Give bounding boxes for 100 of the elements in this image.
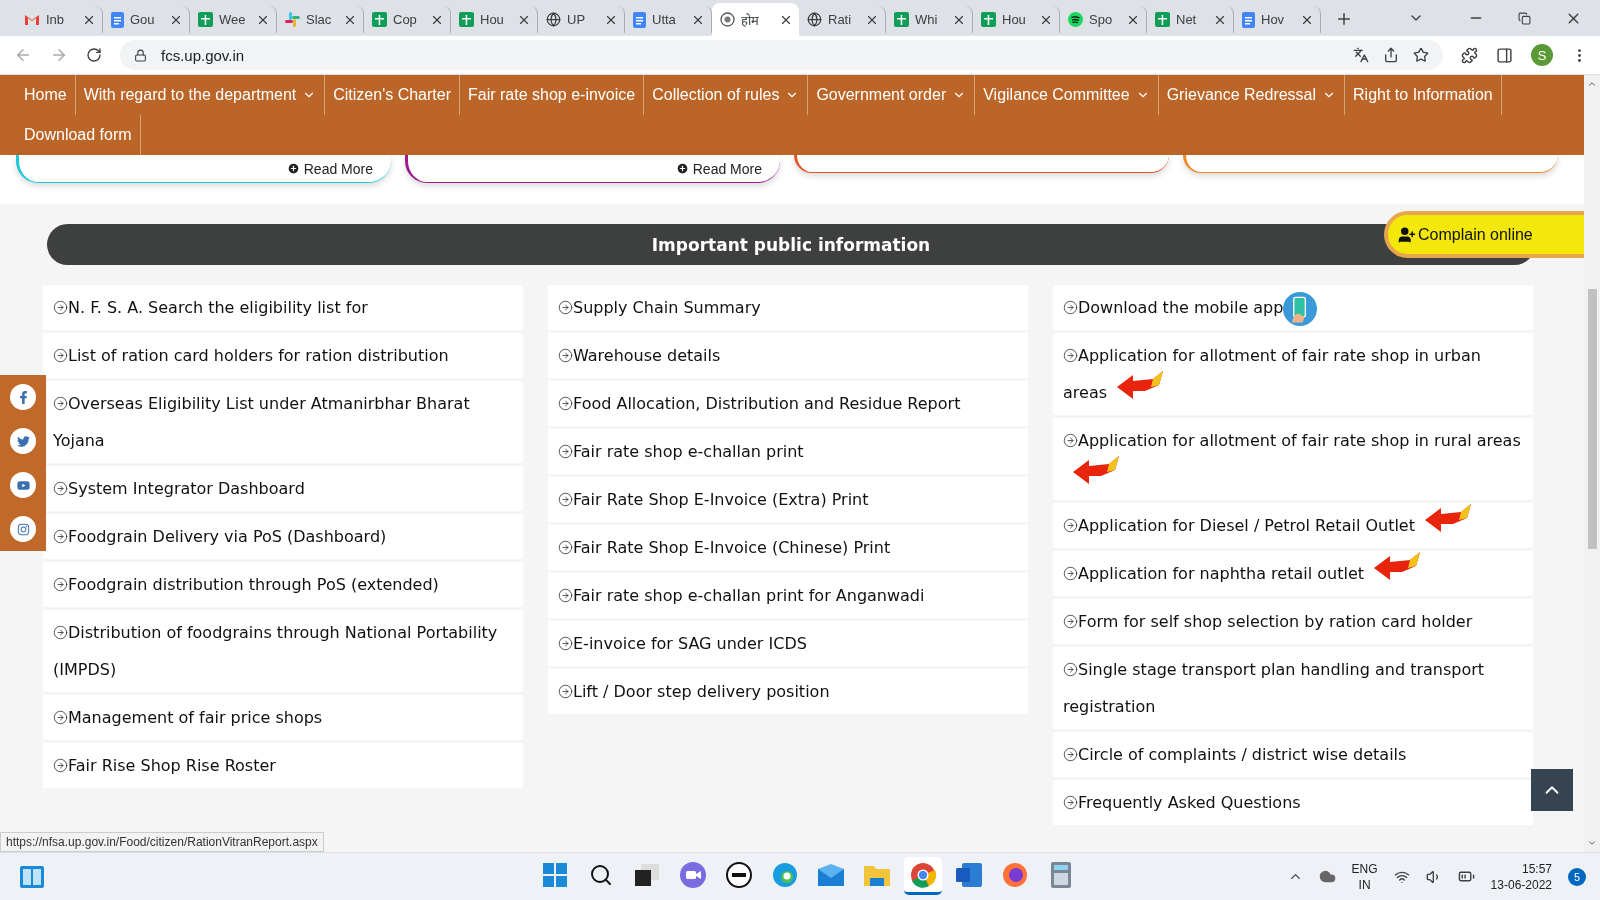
twitter-icon[interactable] — [10, 428, 36, 454]
browser-tab[interactable]: Hov — [1234, 6, 1321, 33]
browser-tab[interactable]: Hou — [973, 6, 1060, 33]
info-link[interactable]: E-invoice for SAG under ICDS — [548, 621, 1028, 666]
spreadsheet-icon — [459, 12, 474, 27]
back-to-top-button[interactable] — [1531, 769, 1573, 811]
info-link[interactable]: Warehouse details — [548, 333, 1028, 378]
scrollbar[interactable] — [1584, 75, 1600, 852]
circle-logo-icon — [726, 861, 752, 888]
pointing-arrow-icon — [1423, 502, 1473, 534]
complain-button[interactable]: Complain online — [1384, 211, 1584, 258]
info-link[interactable]: Lift / Door step delivery position — [548, 669, 1028, 714]
browser-tab[interactable]: Inb — [16, 6, 103, 33]
nav-item[interactable]: Citizen's Charter — [325, 75, 460, 115]
reload-icon[interactable] — [86, 47, 102, 63]
nav-item[interactable]: Fair rate shop e-invoice — [460, 75, 645, 115]
nav-item[interactable]: Right to Information — [1345, 75, 1502, 115]
side-panel-icon[interactable] — [1496, 46, 1513, 64]
info-link[interactable]: Single stage transport plan handling and transport registration — [1053, 647, 1533, 729]
info-link[interactable]: System Integrator Dashboard — [43, 466, 523, 511]
new-tab-icon[interactable] — [1335, 10, 1353, 28]
browser-swirl-icon — [772, 861, 798, 888]
info-link[interactable]: Frequently Asked Questions — [1053, 780, 1533, 825]
info-link[interactable]: Supply Chain Summary — [548, 285, 1028, 330]
star-icon[interactable] — [1413, 47, 1429, 63]
browser-tab[interactable]: Utta — [625, 6, 712, 33]
search-icon — [589, 862, 613, 887]
facebook-icon[interactable] — [10, 384, 36, 410]
info-link[interactable]: Fair rate shop e-challan print for Anganwadi — [548, 573, 1028, 618]
browser-tab[interactable]: Spo — [1060, 6, 1147, 33]
hash-grid-icon — [285, 12, 300, 27]
youtube-icon[interactable] — [10, 472, 36, 498]
info-link[interactable]: Distribution of foodgrains through National Portability (IMPDS) — [43, 610, 523, 692]
info-link[interactable]: Download the mobile app — [1053, 285, 1533, 330]
info-link[interactable]: Foodgrain distribution through PoS (extended) — [43, 562, 523, 607]
translate-icon[interactable] — [1353, 47, 1369, 63]
arrow-circle-icon — [53, 396, 68, 411]
browser-tab[interactable]: Whi — [886, 6, 973, 33]
info-link[interactable]: Application for Diesel / Petrol Retail Outlet — [1053, 503, 1533, 548]
scroll-up-icon[interactable] — [1587, 79, 1597, 89]
arrow-circle-icon — [1063, 348, 1078, 363]
spreadsheet-icon — [894, 12, 909, 27]
browser-tab[interactable]: होम — [712, 3, 799, 36]
browser-tab[interactable]: UP — [538, 6, 625, 33]
arrow-circle-icon — [1063, 300, 1078, 315]
language-indicator[interactable]: ENG IN — [1351, 860, 1378, 893]
address-field[interactable]: fcs.up.gov.in — [120, 40, 1443, 70]
puzzle-icon[interactable] — [1461, 46, 1478, 64]
info-link[interactable]: Application for naphtha retail outlet — [1053, 551, 1533, 596]
info-link[interactable]: Application for allotment of fair rate shop in urban areas — [1053, 333, 1533, 415]
arrow-circle-icon — [1063, 747, 1078, 762]
fox-browser-icon — [1002, 861, 1028, 888]
lock-icon — [134, 48, 147, 62]
info-link[interactable]: Food Allocation, Distribution and Residue Report — [548, 381, 1028, 426]
browser-tab[interactable]: Cop — [364, 6, 451, 33]
arrow-circle-icon — [558, 348, 573, 363]
arrow-circle-icon — [558, 444, 573, 459]
info-link[interactable]: Circle of complaints / district wise details — [1053, 732, 1533, 777]
arrow-circle-icon — [558, 636, 573, 651]
nav-item[interactable]: Collection of rules — [644, 75, 809, 115]
browser-tab[interactable]: Slac — [277, 6, 364, 33]
read-more-link[interactable]: Read More — [675, 160, 762, 177]
read-more-link[interactable]: Read More — [286, 160, 373, 177]
restore-icon[interactable] — [1518, 11, 1531, 25]
browser-tab[interactable]: Gou — [103, 6, 190, 33]
arrow-circle-icon — [558, 540, 573, 555]
music-icon — [1068, 12, 1083, 27]
cloud-icon[interactable] — [1318, 868, 1336, 885]
scrollbar-thumb[interactable] — [1587, 288, 1597, 549]
nav-item[interactable]: Vigilance Committee — [975, 75, 1159, 115]
nav-item[interactable]: Home — [16, 75, 76, 115]
instagram-icon[interactable] — [10, 516, 36, 542]
nav-item[interactable]: With regard to the department — [75, 75, 326, 115]
browser-tab[interactable]: Hou — [451, 6, 538, 33]
browser-tab[interactable]: Net — [1147, 6, 1234, 33]
info-link[interactable]: Fair Rate Shop E-Invoice (Chinese) Print — [548, 525, 1028, 570]
browser-tab[interactable]: Wee — [190, 6, 277, 33]
notification-count[interactable]: 5 — [1568, 867, 1586, 886]
status-url: https://nfsa.up.gov.in/Food/citizen/RationVitranReport.aspx — [0, 832, 324, 852]
info-link[interactable]: Overseas Eligibility List under Atmanirbhar Bharat Yojana — [43, 381, 523, 463]
nav-item[interactable]: Grievance Redressal — [1158, 75, 1346, 115]
info-link[interactable]: Fair Rise Shop Rise Roster — [43, 743, 523, 788]
info-link[interactable]: Form for self shop selection by ration card holder — [1053, 599, 1533, 644]
info-link[interactable]: Application for allotment of fair rate shop in rural areas — [1053, 418, 1533, 500]
widgets-icon[interactable] — [20, 865, 44, 888]
info-link[interactable]: N. F. S. A. Search the eligibility list for — [43, 285, 523, 330]
info-link[interactable]: Fair rate shop e-challan print — [548, 429, 1028, 474]
share-icon[interactable] — [1383, 47, 1399, 63]
nav-item[interactable]: Government order — [808, 75, 976, 115]
arrow-circle-icon — [1063, 614, 1078, 629]
arrow-circle-icon — [1063, 566, 1078, 581]
scroll-down-icon[interactable] — [1587, 838, 1597, 848]
browser-tab[interactable]: Rati — [799, 6, 886, 33]
arrow-circle-icon — [558, 684, 573, 699]
info-link[interactable]: Management of fair price shops — [43, 695, 523, 740]
info-link[interactable]: Fair Rate Shop E-Invoice (Extra) Print — [548, 477, 1028, 522]
info-link[interactable]: List of ration card holders for ration distribution — [43, 333, 523, 378]
arrow-circle-icon — [1063, 795, 1078, 810]
info-link[interactable]: Foodgrain Delivery via PoS (Dashboard) — [43, 514, 523, 559]
clock[interactable]: 15:57 13-06-2022 — [1490, 860, 1552, 893]
